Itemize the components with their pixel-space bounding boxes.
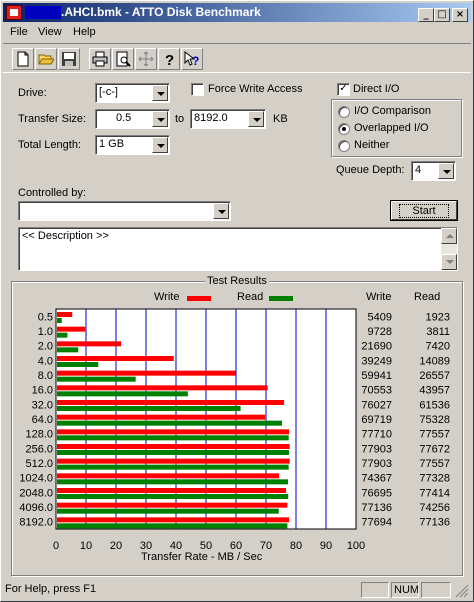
category-label: 2.0 xyxy=(38,341,53,353)
read-value: 77557 xyxy=(419,429,450,441)
write-bar xyxy=(57,341,122,347)
resize-grip-icon[interactable] xyxy=(455,584,469,598)
write-value: 77903 xyxy=(361,443,392,455)
read-bar xyxy=(57,450,290,455)
read-value: 7420 xyxy=(426,341,450,353)
read-bar xyxy=(57,362,99,367)
legend-read-swatch xyxy=(269,296,293,301)
category-label: 16.0 xyxy=(32,385,53,397)
legend-read-label: Read xyxy=(237,291,264,303)
write-value: 5409 xyxy=(368,311,392,323)
status-bar: For Help, press F1 NUM xyxy=(3,580,471,600)
x-tick-label: 80 xyxy=(290,540,302,552)
write-value: 76027 xyxy=(361,399,392,411)
write-value: 77136 xyxy=(361,502,392,514)
column-header-write: Write xyxy=(366,291,392,303)
write-value: 77903 xyxy=(361,458,392,470)
read-bar xyxy=(57,332,68,338)
legend-write-swatch xyxy=(187,296,211,301)
write-bar xyxy=(57,400,285,405)
category-label: 0.5 xyxy=(38,311,53,323)
read-bar xyxy=(57,376,136,382)
category-label: 1024.0 xyxy=(19,473,53,485)
read-value: 77328 xyxy=(419,473,450,485)
write-bar xyxy=(57,473,280,479)
read-value: 26557 xyxy=(419,370,450,382)
category-label: 8192.0 xyxy=(19,517,53,529)
read-bar xyxy=(57,464,289,470)
read-value: 75328 xyxy=(419,414,450,426)
write-value: 39249 xyxy=(361,355,392,367)
read-bar xyxy=(57,494,289,499)
write-bar xyxy=(57,356,174,361)
category-label: 32.0 xyxy=(32,399,53,411)
write-bar xyxy=(57,385,268,391)
category-label: 1.0 xyxy=(38,326,53,338)
write-value: 70553 xyxy=(361,385,392,397)
category-label: 4.0 xyxy=(38,355,53,367)
read-bar xyxy=(57,391,188,397)
read-value: 1923 xyxy=(426,311,450,323)
write-value: 74367 xyxy=(361,473,392,485)
write-value: 9728 xyxy=(368,326,392,338)
read-bar xyxy=(57,479,288,485)
write-bar xyxy=(57,444,290,449)
write-value: 76695 xyxy=(361,487,392,499)
write-value: 77694 xyxy=(361,517,392,529)
write-bar xyxy=(57,458,290,464)
read-bar xyxy=(57,523,288,529)
x-axis-label: Transfer Rate - MB / Sec xyxy=(141,551,263,563)
read-bar xyxy=(57,347,79,353)
read-value: 14089 xyxy=(419,355,450,367)
category-label: 2048.0 xyxy=(19,487,53,499)
read-bar xyxy=(57,435,289,441)
read-bar xyxy=(57,406,241,411)
category-label: 64.0 xyxy=(32,414,53,426)
category-label: 128.0 xyxy=(25,429,53,441)
column-header-read: Read xyxy=(414,291,441,303)
read-value: 74256 xyxy=(419,502,450,514)
write-bar xyxy=(57,488,287,493)
read-value: 77557 xyxy=(419,458,450,470)
read-value: 77672 xyxy=(419,443,450,455)
read-value: 77414 xyxy=(419,487,450,499)
read-value: 3811 xyxy=(426,326,450,338)
write-bar xyxy=(57,370,236,376)
write-value: 21690 xyxy=(361,341,392,353)
status-help-text: For Help, press F1 xyxy=(5,583,97,595)
status-num: NUM xyxy=(391,582,419,598)
read-value: 61536 xyxy=(419,399,450,411)
read-value: 77136 xyxy=(419,517,450,529)
category-label: 512.0 xyxy=(25,458,53,470)
read-bar xyxy=(57,420,282,426)
write-value: 77710 xyxy=(361,429,392,441)
x-tick-label: 100 xyxy=(347,540,365,552)
x-tick-label: 0 xyxy=(53,540,59,552)
write-value: 69719 xyxy=(361,414,392,426)
legend-write-label: Write xyxy=(154,291,180,303)
category-label: 8.0 xyxy=(38,370,53,382)
write-bar xyxy=(57,326,86,332)
write-value: 59941 xyxy=(361,370,392,382)
write-bar xyxy=(57,414,266,420)
status-cell-scroll xyxy=(421,582,451,598)
category-label: 4096.0 xyxy=(19,502,53,514)
x-tick-label: 90 xyxy=(320,540,332,552)
write-bar xyxy=(57,502,288,508)
read-value: 43957 xyxy=(419,385,450,397)
write-bar xyxy=(57,517,290,523)
write-bar xyxy=(57,312,73,317)
category-label: 256.0 xyxy=(25,443,53,455)
read-bar xyxy=(57,318,62,323)
x-tick-label: 20 xyxy=(110,540,122,552)
read-bar xyxy=(57,508,279,514)
main-window: .AHCI.bmk - ATTO Disk Benchmark _ □ × Fi… xyxy=(0,0,474,602)
x-tick-label: 10 xyxy=(80,540,92,552)
status-cell-caps xyxy=(361,582,389,598)
write-bar xyxy=(57,429,290,435)
